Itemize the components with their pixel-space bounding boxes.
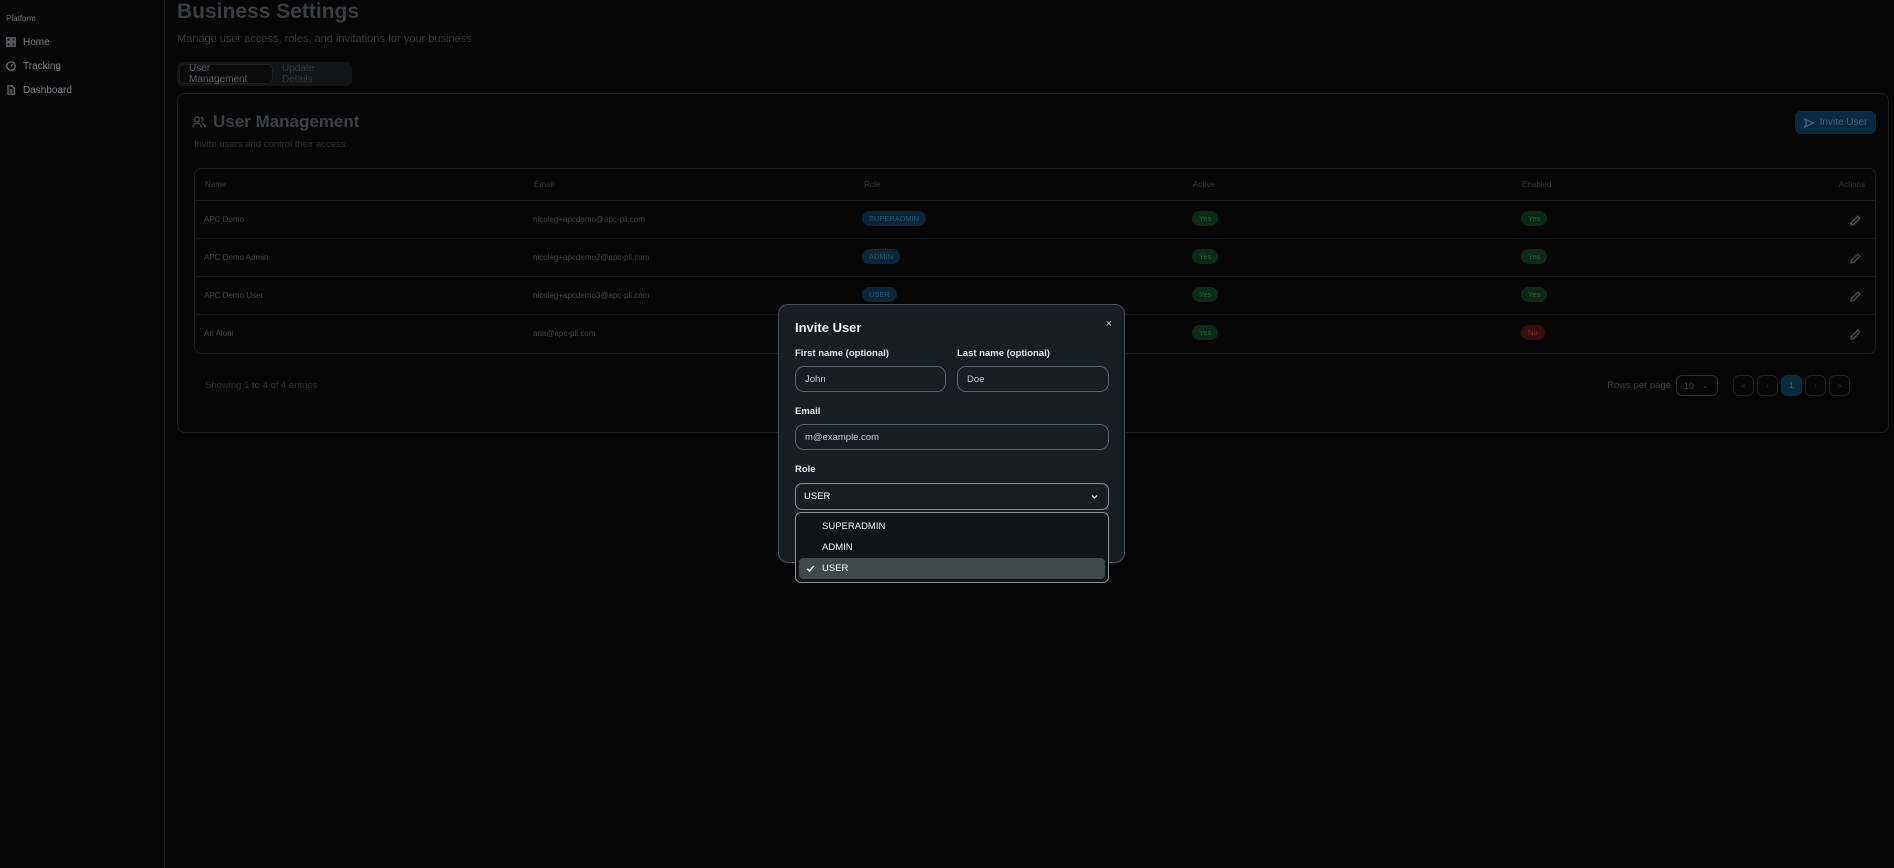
enabled-badge: Yes bbox=[1521, 249, 1548, 264]
card-title-text: User Management bbox=[213, 112, 360, 131]
grid-icon bbox=[6, 37, 16, 47]
rows-per-page-label: Rows per page bbox=[1607, 380, 1671, 391]
cell-email: nicoleg+apcdemo@apc-pli.com bbox=[533, 215, 645, 224]
next-page-button[interactable]: › bbox=[1805, 375, 1826, 396]
sidebar-item-label: Tracking bbox=[23, 60, 61, 72]
column-header-active[interactable]: Active bbox=[1193, 180, 1215, 189]
cell-name: APC Demo Admin bbox=[204, 253, 269, 262]
pencil-icon bbox=[1850, 291, 1861, 302]
enabled-badge: Yes bbox=[1521, 287, 1548, 302]
table-row: APC Demo Admin nicoleg+apcdemo2@apc-pli.… bbox=[195, 239, 1875, 277]
rows-per-page-select[interactable]: 10 ⌄ bbox=[1676, 375, 1718, 396]
check-icon bbox=[806, 564, 815, 573]
tab-list: User Management Update Details bbox=[177, 62, 352, 86]
card-title: User Management bbox=[192, 112, 359, 132]
first-name-label: First name (optional) bbox=[795, 348, 889, 359]
showing-entries-text: Showing 1 to 4 of 4 entries bbox=[205, 380, 318, 391]
column-header-actions: Actions bbox=[1838, 180, 1865, 189]
active-badge: Yes bbox=[1192, 287, 1219, 302]
last-name-label: Last name (optional) bbox=[957, 348, 1050, 359]
role-badge: USER bbox=[862, 287, 897, 302]
role-label: Role bbox=[795, 464, 816, 475]
cell-name: APC Demo User bbox=[204, 291, 264, 300]
table-row: APC Demo nicoleg+apcdemo@apc-pli.com SUP… bbox=[195, 201, 1875, 239]
active-badge: Yes bbox=[1192, 211, 1219, 226]
tab-update-details[interactable]: Update Details bbox=[273, 63, 350, 85]
table-header: Name Email Role Active Enabled Actions bbox=[195, 169, 1875, 201]
close-icon[interactable]: × bbox=[1106, 318, 1112, 330]
sidebar-item-label: Dashboard bbox=[23, 84, 72, 96]
send-icon bbox=[1803, 117, 1814, 128]
rows-per-page-value: 10 bbox=[1684, 380, 1695, 391]
column-header-name[interactable]: Name bbox=[205, 180, 226, 189]
chevron-down-icon bbox=[1090, 492, 1099, 501]
edit-button[interactable] bbox=[1850, 251, 1861, 264]
role-option-superadmin[interactable]: SUPERADMIN bbox=[799, 516, 1105, 537]
dialog-title: Invite User bbox=[795, 320, 862, 335]
edit-button[interactable] bbox=[1850, 213, 1861, 226]
tab-user-management[interactable]: User Management bbox=[179, 63, 273, 85]
role-select-value: USER bbox=[804, 491, 831, 502]
sidebar-item-dashboard[interactable]: Dashboard bbox=[6, 82, 72, 98]
invite-user-button[interactable]: Invite User bbox=[1795, 111, 1876, 134]
sidebar-item-tracking[interactable]: Tracking bbox=[6, 58, 61, 74]
first-page-button[interactable]: « bbox=[1733, 375, 1754, 396]
chevron-down-icon: ⌄ bbox=[1702, 381, 1709, 390]
active-badge: Yes bbox=[1192, 325, 1219, 340]
column-header-email[interactable]: Email bbox=[534, 180, 554, 189]
cell-email: nicoleg+apcdemo2@apc-pli.com bbox=[533, 253, 650, 262]
edit-button[interactable] bbox=[1850, 289, 1861, 302]
file-icon bbox=[7, 85, 15, 95]
role-dropdown-menu: SUPERADMIN ADMIN USER bbox=[795, 512, 1109, 583]
email-label: Email bbox=[795, 406, 821, 417]
page-subtitle: Manage user access, roles, and invitatio… bbox=[177, 33, 472, 45]
role-badge: SUPERADMIN bbox=[862, 211, 927, 226]
invite-user-label: Invite User bbox=[1819, 117, 1868, 128]
cell-email: aria@apc-pli.com bbox=[533, 329, 596, 338]
role-badge: ADMIN bbox=[862, 249, 901, 264]
gauge-icon bbox=[6, 61, 16, 71]
role-select[interactable]: USER bbox=[795, 483, 1109, 510]
pencil-icon bbox=[1850, 253, 1861, 264]
page-title: Business Settings bbox=[177, 0, 360, 23]
sidebar: Platform Home Tracking Dashboard bbox=[0, 0, 165, 868]
role-option-admin[interactable]: ADMIN bbox=[799, 537, 1105, 558]
enabled-badge: No bbox=[1521, 325, 1545, 340]
page-1-button[interactable]: 1 bbox=[1781, 375, 1802, 396]
role-option-user[interactable]: USER bbox=[799, 558, 1105, 579]
enabled-badge: Yes bbox=[1521, 211, 1548, 226]
column-header-enabled[interactable]: Enabled bbox=[1522, 180, 1551, 189]
prev-page-button[interactable]: ‹ bbox=[1757, 375, 1778, 396]
email-input[interactable]: m@example.com bbox=[795, 424, 1109, 450]
pencil-icon bbox=[1850, 329, 1861, 340]
pencil-icon bbox=[1850, 215, 1861, 226]
sidebar-item-home[interactable]: Home bbox=[6, 34, 50, 50]
cell-email: nicoleg+apcdemo3@apc-pli.com bbox=[533, 291, 650, 300]
last-name-input[interactable]: Doe bbox=[957, 366, 1109, 392]
column-header-role[interactable]: Role bbox=[864, 180, 880, 189]
card-subtitle: Invite users and control their access. bbox=[194, 139, 349, 150]
cell-name: Ari Aloni bbox=[204, 329, 234, 338]
edit-button[interactable] bbox=[1850, 327, 1861, 340]
cell-name: APC Demo bbox=[204, 215, 245, 224]
active-badge: Yes bbox=[1192, 249, 1219, 264]
users-icon bbox=[192, 116, 206, 128]
role-option-label: USER bbox=[822, 563, 849, 574]
last-page-button[interactable]: » bbox=[1829, 375, 1850, 396]
first-name-input[interactable]: John bbox=[795, 366, 946, 392]
sidebar-item-label: Home bbox=[23, 36, 50, 48]
sidebar-section-label: Platform bbox=[6, 14, 36, 23]
